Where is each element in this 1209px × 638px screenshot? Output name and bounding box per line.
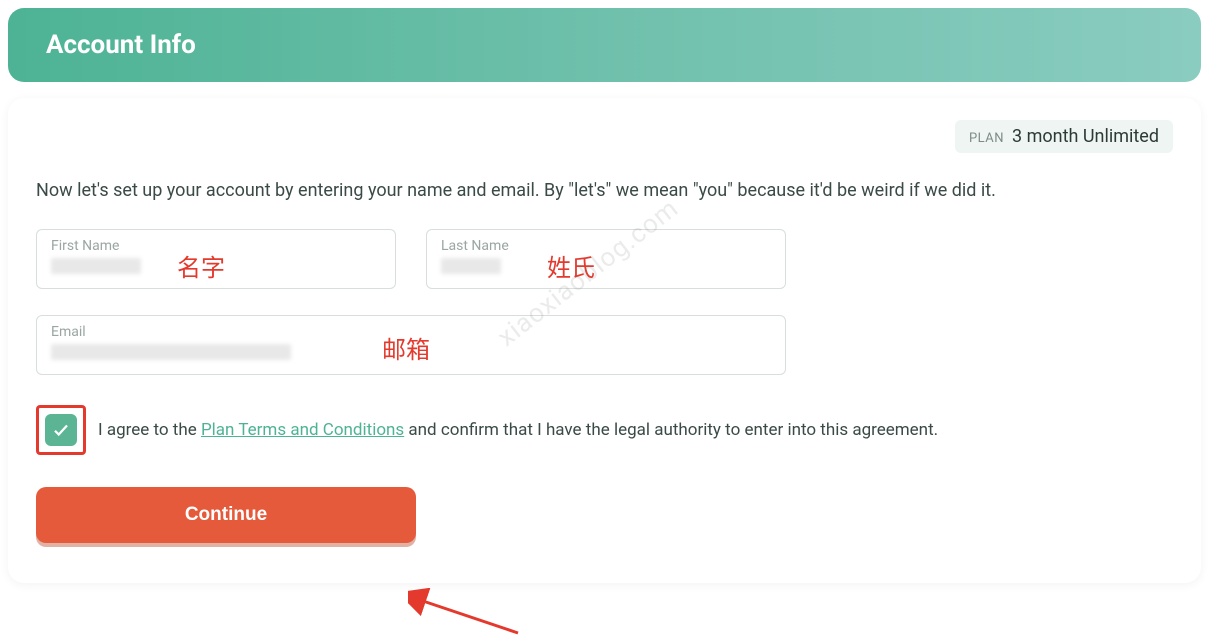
email-field[interactable]: Email 邮箱	[36, 315, 786, 375]
name-row: First Name 名字 Last Name 姓氏	[36, 229, 1173, 289]
first-name-field[interactable]: First Name 名字	[36, 229, 396, 289]
annotation-last-name: 姓氏	[547, 248, 595, 283]
plan-label: PLAN	[969, 131, 1004, 146]
account-card: PLAN 3 month Unlimited Now let's set up …	[8, 98, 1201, 583]
last-name-label: Last Name	[441, 238, 771, 254]
consent-suffix: and confirm that I have the legal author…	[404, 420, 938, 440]
last-name-field[interactable]: Last Name 姓氏	[426, 229, 786, 289]
page-title: Account Info	[46, 30, 1163, 60]
intro-text: Now let's set up your account by enterin…	[36, 178, 1173, 203]
consent-row: I agree to the Plan Terms and Conditions…	[36, 405, 1173, 455]
consent-prefix: I agree to the	[98, 420, 201, 440]
redacted-value	[51, 344, 291, 360]
continue-button[interactable]: Continue	[36, 487, 416, 543]
email-row: Email 邮箱	[36, 315, 1173, 375]
first-name-label: First Name	[51, 238, 381, 254]
terms-link[interactable]: Plan Terms and Conditions	[201, 420, 404, 440]
checkbox-highlight	[36, 405, 86, 455]
terms-checkbox[interactable]	[45, 414, 77, 446]
redacted-value	[51, 258, 141, 274]
check-icon	[52, 421, 70, 439]
plan-badge: PLAN 3 month Unlimited	[955, 120, 1173, 153]
redacted-value	[441, 258, 501, 274]
plan-value: 3 month Unlimited	[1012, 126, 1159, 147]
consent-text: I agree to the Plan Terms and Conditions…	[98, 420, 938, 440]
header-bar: Account Info	[8, 8, 1201, 82]
email-label: Email	[51, 324, 771, 340]
annotation-first-name: 名字	[177, 248, 225, 283]
arrow-annotation	[408, 588, 528, 638]
